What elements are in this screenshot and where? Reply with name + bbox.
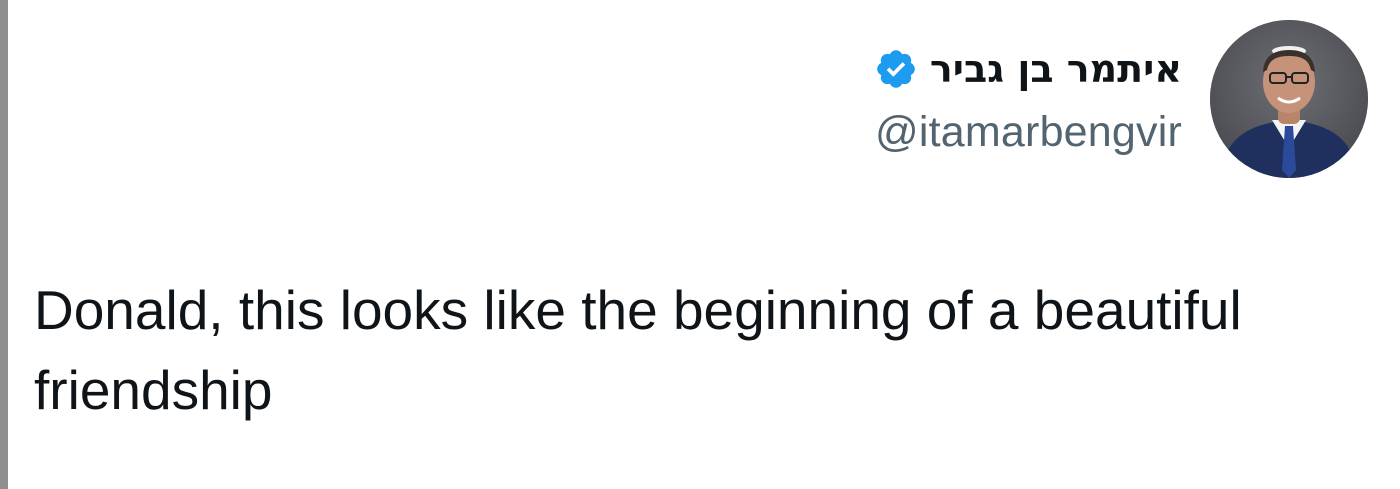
author-handle[interactable]: @itamarbengvir [875,108,1182,157]
tweet-header: איתמר בן גביר @itamarbengvir [874,20,1368,178]
tweet-card: איתמר בן גביר @itamarbengvir Donald, thi… [0,0,1400,489]
name-row: איתמר בן גביר [874,42,1182,96]
verified-badge-icon [877,49,915,88]
author-identity: איתמר בן גביר @itamarbengvir [874,42,1182,157]
avatar[interactable] [1210,20,1368,178]
display-name[interactable]: איתמר בן גביר [930,47,1182,91]
avatar-photo [1210,20,1368,178]
left-border [0,0,8,489]
tweet-text: Donald, this looks like the beginning of… [34,279,1242,421]
